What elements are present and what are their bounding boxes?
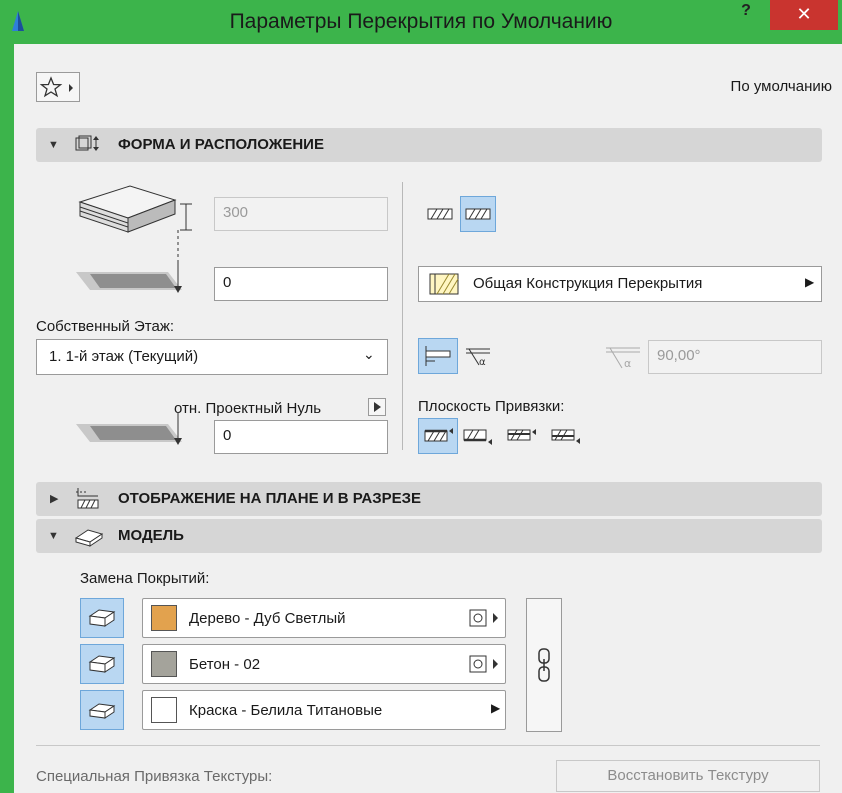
expanded-triangle-icon: ▼ (48, 530, 59, 542)
edge-angle-toggle[interactable]: α (462, 340, 494, 372)
thickness-field[interactable]: 300 (214, 197, 388, 231)
angle-field-icon: α (604, 342, 644, 376)
material-picker-icon[interactable] (469, 608, 501, 632)
reference-core-top-toggle[interactable] (506, 420, 538, 452)
slab-top-surface-icon (88, 609, 116, 627)
svg-text:α: α (479, 357, 486, 368)
hatch-plan-toggle[interactable] (424, 198, 456, 230)
chevron-down-icon: ⌄ (363, 346, 375, 362)
model-section-icon (74, 524, 104, 552)
project-zero-field[interactable]: 0 (214, 420, 388, 454)
hatch-icon (427, 208, 453, 220)
reference-core-top-icon (507, 429, 536, 441)
edge-vertical-icon (425, 346, 451, 366)
hatch-section-toggle[interactable] (460, 196, 496, 232)
reference-core-bottom-icon (551, 429, 580, 444)
bottom-surface-toggle[interactable] (80, 690, 124, 730)
structure-value: Общая Конструкция Перекрытия (473, 275, 703, 292)
triangle-right-icon: ▶ (805, 275, 815, 289)
home-story-label: Собственный Этаж: (36, 318, 175, 335)
reference-bottom-icon (463, 429, 492, 445)
triangle-right-icon[interactable]: ▶ (491, 701, 500, 715)
floorplan-section-icon (74, 486, 104, 516)
slab-base-icon (70, 262, 200, 302)
slab-bottom-surface-icon (88, 703, 116, 719)
reference-top-icon (424, 428, 453, 442)
link-materials-button[interactable] (526, 598, 562, 732)
svg-text:α: α (624, 357, 631, 370)
triangle-right-icon (374, 402, 381, 412)
home-story-value: 1. 1-й этаж (Текущий) (49, 348, 199, 365)
structure-dropdown[interactable]: Общая Конструкция Перекрытия ▶ (418, 266, 822, 302)
project-zero-icon (70, 410, 200, 454)
material-name: Краска - Белила Титановые (189, 702, 383, 719)
material-swatch (151, 697, 177, 723)
material-name: Бетон - 02 (189, 656, 261, 673)
hatch-icon (465, 208, 491, 220)
texture-alignment-label: Специальная Привязка Текстуры: (36, 768, 273, 785)
window-title: Параметры Перекрытия по Умолчанию (229, 10, 613, 33)
edge-surface-toggle[interactable] (80, 644, 124, 684)
star-icon (39, 76, 73, 98)
edge-vertical-toggle[interactable] (418, 338, 458, 374)
material-name: Дерево - Дуб Светлый (189, 610, 346, 627)
vertical-divider (402, 182, 403, 450)
collapsed-triangle-icon: ▶ (50, 493, 59, 505)
structure-pattern-icon (429, 273, 459, 299)
horizontal-divider (36, 745, 820, 746)
material-row-top[interactable]: Дерево - Дуб Светлый (142, 598, 506, 638)
restore-texture-button[interactable]: Восстановить Текстуру (556, 760, 820, 792)
material-row-bottom[interactable]: Краска - Белила Титановые ▶ (142, 690, 506, 730)
material-swatch (151, 651, 177, 677)
expanded-triangle-icon: ▼ (48, 139, 59, 151)
angle-field[interactable]: 90,00° (648, 340, 822, 374)
help-button[interactable]: ? (735, 2, 757, 26)
reference-core-bottom-toggle[interactable] (550, 420, 582, 452)
default-label: По умолчанию (730, 78, 832, 95)
reference-plane-label: Плоскость Привязки: (418, 398, 565, 415)
reference-bottom-toggle[interactable] (462, 420, 494, 452)
favorites-button[interactable] (36, 72, 80, 102)
override-surfaces-label: Замена Покрытий: (80, 570, 210, 587)
section-geometry-label: ФОРМА И РАСПОЛОЖЕНИЕ (118, 136, 324, 153)
section-floorplan-label: ОТОБРАЖЕНИЕ НА ПЛАНЕ И В РАЗРЕЗЕ (118, 490, 422, 507)
material-row-edge[interactable]: Бетон - 02 (142, 644, 506, 684)
top-surface-toggle[interactable] (80, 598, 124, 638)
edge-angle-icon: α (466, 348, 490, 368)
home-story-dropdown[interactable]: 1. 1-й этаж (Текущий) ⌄ (36, 339, 388, 375)
chain-link-icon (538, 648, 550, 682)
geometry-section-icon (74, 134, 102, 160)
close-button[interactable]: ✕ (770, 0, 838, 30)
section-model-label: МОДЕЛЬ (118, 527, 184, 544)
offset-field[interactable]: 0 (214, 267, 388, 301)
material-swatch (151, 605, 177, 631)
reference-top-toggle[interactable] (418, 418, 458, 454)
project-zero-menu-button[interactable] (368, 398, 386, 416)
material-picker-icon[interactable] (469, 654, 501, 678)
slab-edge-surface-icon (88, 655, 116, 673)
